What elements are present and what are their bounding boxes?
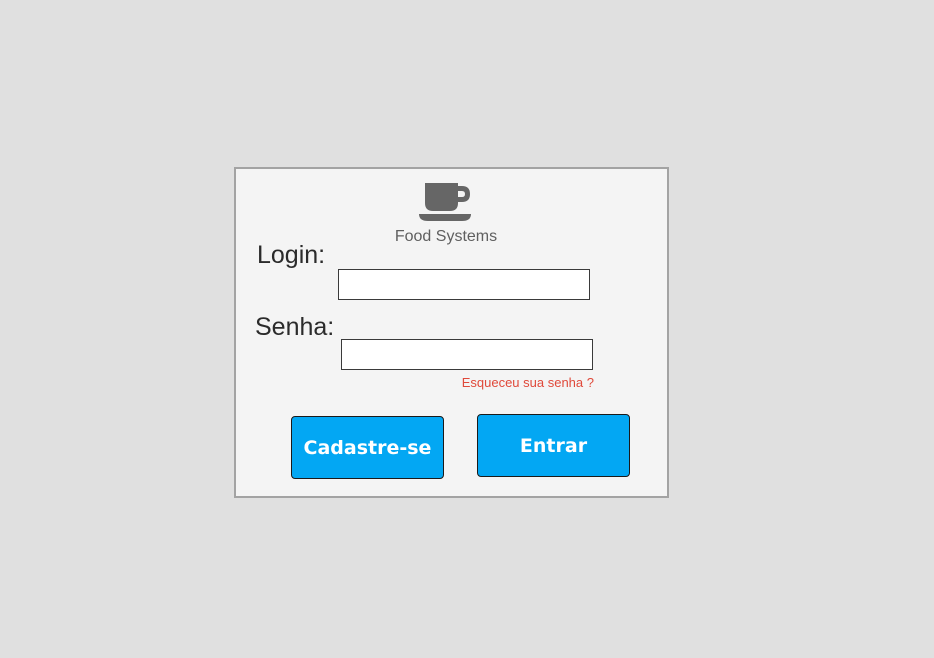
signup-button[interactable]: Cadastre-se (291, 416, 444, 479)
page-background: Food Systems Login: Senha: Esqueceu sua … (0, 0, 934, 658)
login-input[interactable] (338, 269, 590, 300)
coffee-cup-icon (419, 183, 471, 221)
enter-button[interactable]: Entrar (477, 414, 630, 477)
login-label: Login: (257, 241, 326, 269)
senha-input[interactable] (341, 339, 593, 370)
login-card: Food Systems Login: Senha: Esqueceu sua … (234, 167, 669, 498)
forgot-password-link[interactable]: Esqueceu sua senha ? (436, 375, 594, 390)
senha-label: Senha: (255, 313, 335, 341)
signup-button-label: Cadastre-se (303, 436, 432, 459)
enter-button-label: Entrar (519, 434, 588, 457)
brand-name: Food Systems (394, 228, 498, 245)
